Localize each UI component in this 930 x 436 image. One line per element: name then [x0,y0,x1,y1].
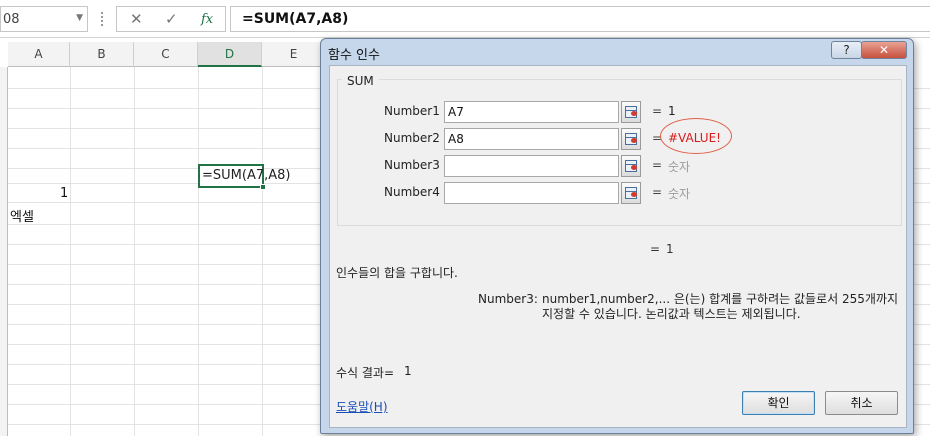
formula-result-value: 1 [404,364,412,378]
fill-handle[interactable] [260,184,266,190]
arg-result-hint: 숫자 [668,187,691,201]
formula-input[interactable]: =SUM(A7,A8) [230,6,930,32]
error-highlight-circle [660,118,732,154]
arg-result-hint: 숫자 [668,160,691,174]
gridline [70,67,71,436]
function-group: SUM Number1 A7 = 1 Number2 A8 = #VALUE! … [337,74,903,226]
function-name: SUM [342,74,379,88]
arg-input-number1[interactable]: A7 [444,101,619,123]
formula-result-label: 수식 결과= [336,366,395,380]
equals-sign: = [652,104,663,118]
arg-help-text: number1,number2,... 은(는) 합계를 구하려는 값들로서 2… [542,292,898,321]
column-header-a[interactable]: A [8,42,70,67]
arg-row-number4: Number4 = 숫자 [338,182,903,204]
active-cell-d8[interactable]: =SUM(A7,A8) [198,164,290,190]
help-button[interactable]: ? [831,41,862,59]
arg-row-number3: Number3 = 숫자 [338,155,903,177]
arg-input-number3[interactable] [444,155,619,177]
arg-value: A8 [448,132,464,146]
arg-label: Number1 [384,104,440,118]
chevron-down-icon[interactable]: ▼ [76,13,83,23]
column-header-e[interactable]: E [262,42,326,67]
arg-label: Number3 [384,158,440,172]
column-header-b[interactable]: B [70,42,134,67]
arg-row-number1: Number1 A7 = 1 [338,101,903,123]
collapse-dialog-icon[interactable] [621,128,641,150]
ok-button[interactable]: 확인 [742,391,815,415]
close-button[interactable]: ✕ [861,41,907,59]
formula-bar-divider [101,12,103,26]
arg-value: A7 [448,105,464,119]
total-result: 1 [666,242,674,256]
function-arguments-dialog: 함수 인수 ? ✕ SUM Number1 A7 = 1 Number2 A8 … [320,38,914,434]
cell-a7[interactable]: 1 [60,186,68,201]
equals-sign: = [652,185,663,199]
insert-function-icon[interactable]: fx [201,12,213,27]
dialog-body: SUM Number1 A7 = 1 Number2 A8 = #VALUE! … [329,65,907,428]
formula-buttons: ✕ ✓ fx [116,6,226,32]
cancel-button[interactable]: 취소 [825,391,898,415]
column-header-c[interactable]: C [134,42,198,67]
dialog-title: 함수 인수 [328,48,380,63]
gridline [134,67,135,436]
arg-row-number2: Number2 A8 = #VALUE! [338,118,903,154]
arg-input-number2[interactable]: A8 [444,128,619,150]
arg-help-name: Number3: [478,292,538,306]
arg-label: Number2 [384,131,440,145]
enter-icon[interactable]: ✓ [165,10,178,28]
column-header-d[interactable]: D [198,42,262,67]
arg-label: Number4 [384,185,440,199]
help-link[interactable]: 도움말(H) [336,398,388,415]
formula-bar: 08 ▼ ✕ ✓ fx =SUM(A7,A8) [0,0,930,38]
name-box[interactable]: 08 ▼ [0,6,88,32]
formula-text: =SUM(A7,A8) [242,11,349,27]
cell-a8[interactable]: 엑셀 [10,206,34,225]
collapse-dialog-icon[interactable] [621,155,641,177]
equals-sign: = [652,158,663,172]
collapse-dialog-icon[interactable] [621,182,641,204]
row-headers[interactable] [0,67,8,436]
cancel-icon[interactable]: ✕ [130,10,143,28]
function-description: 인수들의 합을 구합니다. [336,266,458,280]
active-cell-formula: =SUM(A7,A8) [202,168,291,183]
name-box-value: 08 [3,12,20,27]
gridline [262,67,263,436]
collapse-dialog-icon[interactable] [621,101,641,123]
gridline [198,67,199,436]
arg-result: 1 [668,104,676,118]
total-equals-sign: = [650,242,661,256]
arg-input-number4[interactable] [444,182,619,204]
